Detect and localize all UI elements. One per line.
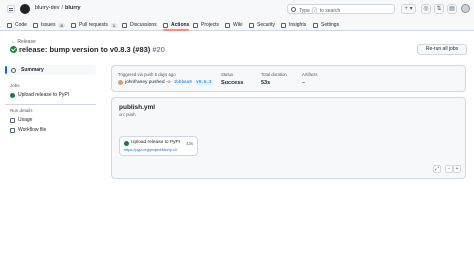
inbox-icon[interactable]: ▤ [447,4,457,14]
page-title: release: bump version to v0.8.3 (#83) #20 [19,45,165,54]
commit-row: johnfraney pushed -o- 1bbbaa9 v0.8.3 [118,80,213,85]
workflow-file-title[interactable]: publish.yml [119,104,155,111]
zoom-in-button[interactable]: + [453,165,461,173]
run-details-heading: Run details [10,108,33,113]
tab-code[interactable]: Code [7,22,27,28]
tab-actions[interactable]: Actions [163,22,189,28]
success-check-icon [10,92,15,98]
github-logo-icon[interactable] [20,4,30,14]
job-environment-url[interactable]: https://pypi.org/project/blurry-cli [124,148,177,152]
run-summary-card: Triggered via push 5 days ago johnfraney… [111,65,466,92]
rerun-all-jobs-button[interactable]: Re-run all jobs [417,44,467,55]
job-node[interactable]: Upload release to PyPI 43s https://pypi.… [119,136,198,156]
shield-icon [249,22,254,28]
tab-wiki[interactable]: Wiki [225,22,242,28]
sidebar-item-summary[interactable]: Summary [5,65,96,75]
gear-icon [313,22,318,28]
tab-discussions[interactable]: Discussions [122,22,157,28]
pushed-label: pushed [148,80,165,85]
search-placeholder: Type / to search [299,6,341,14]
breadcrumb: blurry-dev / blurry [35,5,81,11]
artifacts-label: Artifacts [302,72,318,77]
duration-label: Total duration [261,72,287,77]
duration-value: 53s [261,80,271,86]
tab-issues[interactable]: Issues 8 [33,22,65,28]
active-indicator [5,66,7,74]
success-check-icon [124,141,129,146]
trigger-text: Triggered via push 5 days ago [118,72,176,77]
status-value: Success [221,80,244,86]
branch-link[interactable]: v0.8.3 [195,80,213,85]
active-tab-indicator [163,29,189,31]
issues-icon[interactable]: ◎ [421,4,431,14]
issues-count-badge: 8 [58,22,65,28]
search-icon [291,7,296,12]
graph-icon [281,22,286,28]
sidebar-item-workflow-file[interactable]: Workflow file [10,127,46,133]
tab-insights[interactable]: Insights [281,22,306,28]
table-icon [193,22,198,28]
create-new-button[interactable]: + ▾ [401,4,416,14]
jobs-heading: Jobs [10,83,20,88]
workflow-event: on: push [119,112,136,117]
run-number: #20 [152,45,165,54]
success-check-icon [10,46,17,53]
commit-icon: -o- [165,80,172,85]
job-duration: 43s [186,140,193,146]
breadcrumb-owner[interactable]: blurry-dev [35,5,59,11]
file-icon [10,127,15,133]
issue-icon [33,22,38,28]
divider [5,104,96,105]
artifacts-value: – [302,80,306,86]
sidebar-item-usage[interactable]: Usage [10,117,32,123]
code-icon [7,22,12,28]
actor-avatar [118,80,123,85]
home-icon [11,67,16,73]
job-name: Upload release to PyPI [131,140,181,145]
workflow-graph-card: publish.yml on: push Upload release to P… [111,97,466,179]
status-label: Status [221,72,234,77]
discussion-icon [122,22,127,28]
actor-link[interactable]: johnfraney [125,80,147,85]
play-icon [163,22,168,28]
search-shortcut-key: / [312,6,318,14]
search-input[interactable]: Type / to search [287,4,395,14]
pr-count-badge: 1 [110,22,118,28]
user-avatar[interactable] [461,4,470,13]
zoom-out-button[interactable]: − [445,165,453,173]
clock-icon [10,117,15,123]
tab-settings[interactable]: Settings [313,22,339,28]
tab-projects[interactable]: Projects [193,22,219,28]
sidebar-item-label: Summary [21,67,44,73]
sidebar-item-job[interactable]: Upload release to PyPI [10,92,69,98]
commit-sha-link[interactable]: 1bbbaa9 [174,80,192,85]
pr-icon [71,22,76,28]
book-icon [225,22,230,28]
repo-tab-nav: Code Issues 8 Pull requests 1 Discussions … [0,19,474,31]
tab-security[interactable]: Security [249,22,275,28]
tab-pull-requests[interactable]: Pull requests 1 [71,22,118,28]
breadcrumb-repo[interactable]: blurry [65,5,81,11]
breadcrumb-separator: / [61,5,63,11]
menu-icon[interactable] [7,5,15,13]
global-header: blurry-dev / blurry Type / to search + ▾ ◎… [0,0,474,19]
pull-requests-icon[interactable]: ⇅ [434,4,444,14]
zoom-fit-button[interactable]: ⤢ [433,165,441,173]
